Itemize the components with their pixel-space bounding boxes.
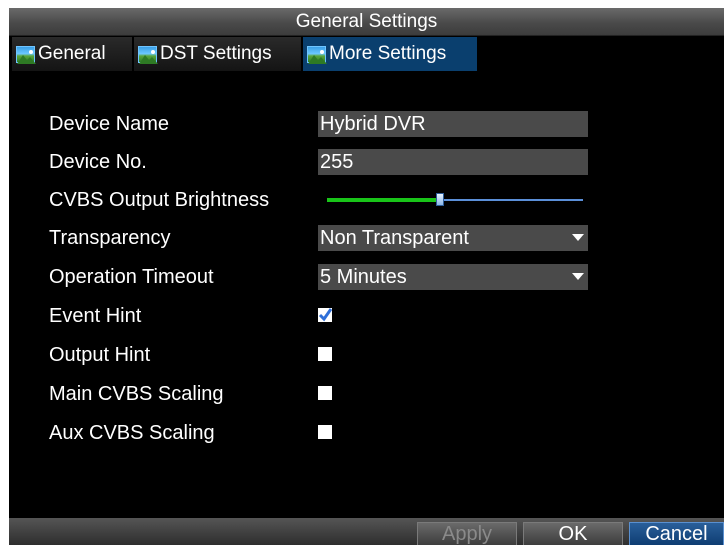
cvbs-brightness-label: CVBS Output Brightness [49,189,270,211]
tab-dst-settings[interactable]: DST Settings [134,37,301,71]
cancel-button[interactable]: Cancel [629,522,724,545]
event-hint-checkbox[interactable] [318,308,332,322]
tab-more-settings-label: More Settings [329,43,447,64]
window-title: General Settings [9,8,724,36]
device-no-input[interactable] [318,149,588,175]
slider-fill [327,198,440,202]
output-hint-label: Output Hint [49,344,151,366]
device-name-input[interactable] [318,111,588,137]
operation-timeout-label: Operation Timeout [49,266,214,288]
transparency-dropdown[interactable]: Non Transparent [318,225,588,251]
landscape-icon [138,45,158,64]
tab-more-settings[interactable]: More Settings [303,37,477,71]
main-cvbs-scaling-label: Main CVBS Scaling [49,383,224,405]
device-name-label: Device Name [49,113,170,135]
landscape-icon [16,45,36,64]
landscape-icon [307,45,327,64]
cvbs-brightness-slider[interactable] [327,190,583,210]
device-no-label: Device No. [49,151,147,173]
tab-general-label: General [38,43,106,64]
transparency-label: Transparency [49,227,171,249]
tab-dst-settings-label: DST Settings [160,43,272,64]
transparency-value: Non Transparent [320,227,469,249]
chevron-down-icon [572,234,584,241]
event-hint-label: Event Hint [49,305,142,327]
aux-cvbs-scaling-label: Aux CVBS Scaling [49,422,215,444]
slider-track [440,199,583,201]
tab-bar: General DST Settings More Settings [9,37,724,75]
slider-thumb[interactable] [436,193,444,206]
operation-timeout-value: 5 Minutes [320,266,407,288]
output-hint-checkbox[interactable] [318,347,332,361]
operation-timeout-dropdown[interactable]: 5 Minutes [318,264,588,290]
settings-window: General Settings General DST Settings Mo… [9,8,724,545]
ok-button[interactable]: OK [523,522,623,545]
apply-button[interactable]: Apply [417,522,517,545]
checkmark-icon [318,308,332,322]
aux-cvbs-scaling-checkbox[interactable] [318,425,332,439]
chevron-down-icon [572,273,584,280]
main-cvbs-scaling-checkbox[interactable] [318,386,332,400]
footer-bar: Apply OK Cancel [9,518,724,545]
tab-general[interactable]: General [12,37,132,71]
